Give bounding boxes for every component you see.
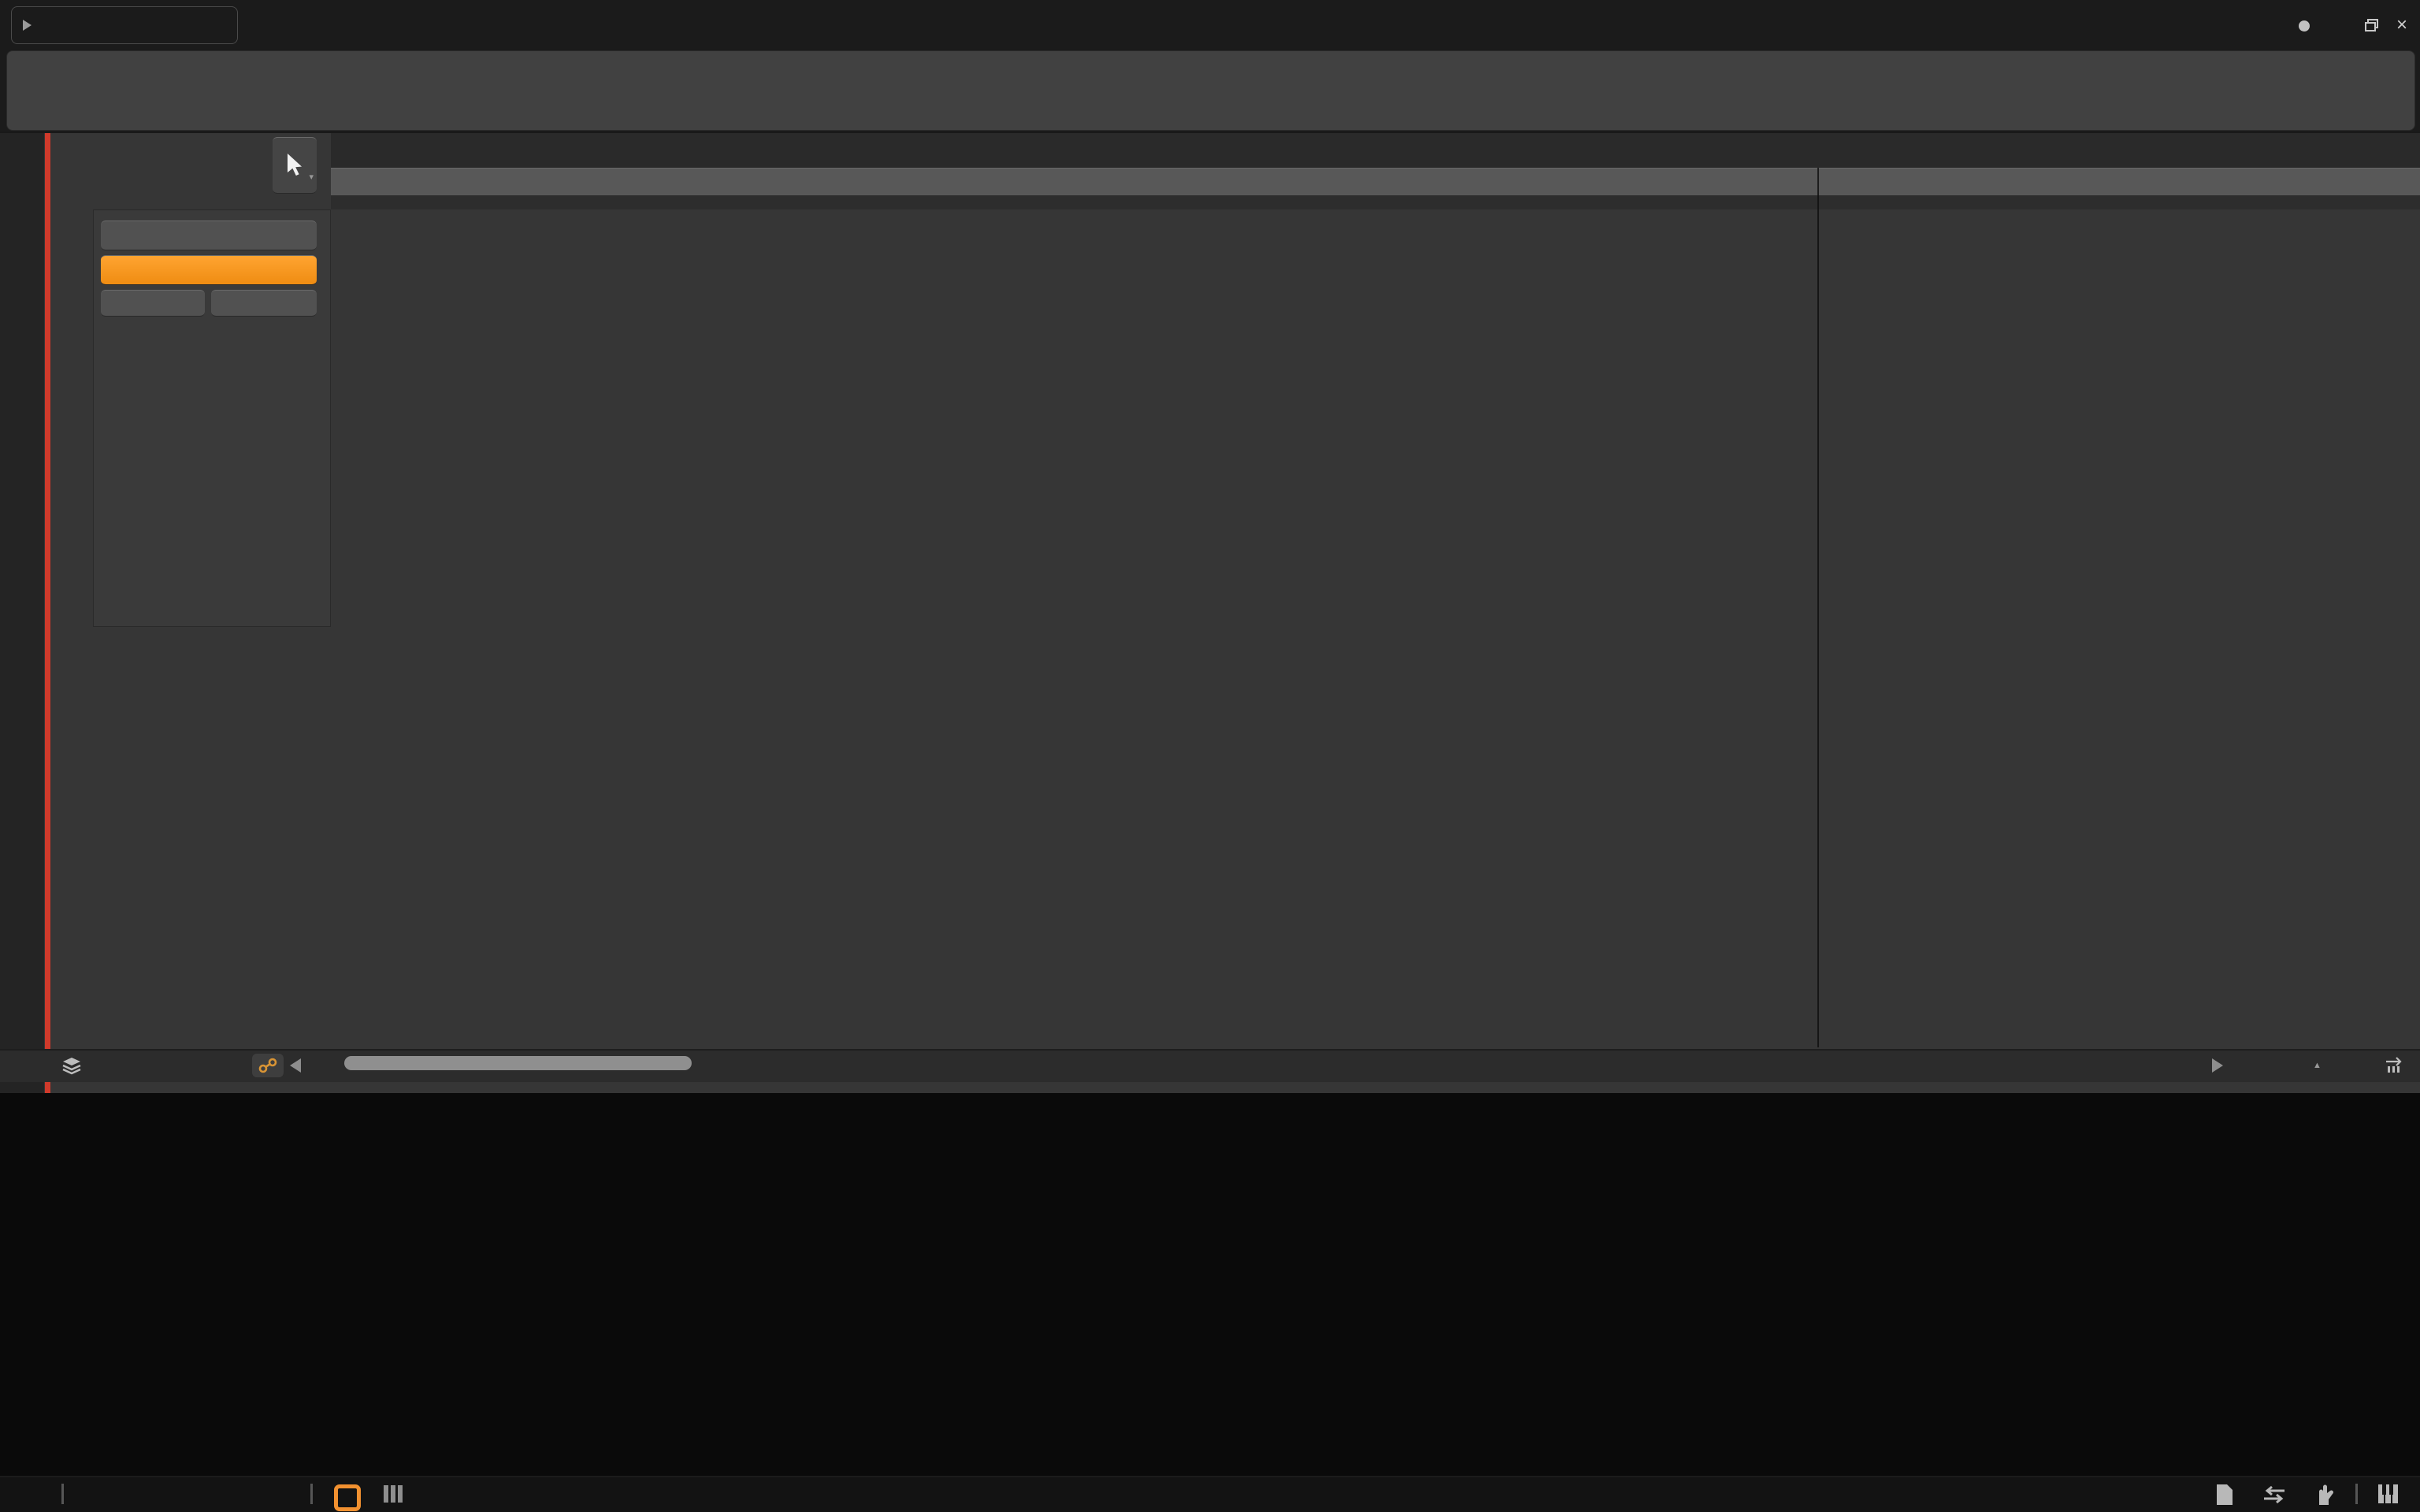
tab-play-icon[interactable]: [23, 20, 32, 31]
h-scrollbar-thumb[interactable]: [344, 1056, 692, 1070]
stretch-button[interactable]: [101, 290, 205, 317]
editor-bottom-row: ▲: [0, 1049, 2420, 1082]
device-panel: [0, 1093, 2420, 1476]
swap-icon[interactable]: [2262, 1485, 2286, 1504]
page-icon[interactable]: [2215, 1484, 2234, 1506]
bitwig-window: × ▾ ▲: [0, 0, 2420, 1512]
multi-panel-icon[interactable]: [383, 1484, 403, 1503]
audio-events-button[interactable]: [101, 220, 317, 250]
divider: [310, 1484, 313, 1504]
bitwig-logo: [1191, 14, 1235, 36]
transport-controls: [0, 50, 2420, 129]
divider: [2355, 1484, 2358, 1504]
comp-clip-row[interactable]: [331, 209, 2420, 624]
divider: [61, 1484, 64, 1504]
editor-panel: ▾ ▲: [0, 132, 2420, 1095]
layers-icon[interactable]: [61, 1057, 82, 1076]
notification-dot[interactable]: [2299, 20, 2310, 32]
close-window-icon[interactable]: ×: [2396, 14, 2407, 36]
take-lanes: [50, 628, 2420, 1046]
left-tab-strip: [0, 133, 44, 1093]
grid-zoom-value[interactable]: ▲: [2313, 1056, 2322, 1072]
hand-icon[interactable]: [2313, 1484, 2333, 1506]
cursor-icon: [288, 154, 302, 176]
beat-strip: [331, 195, 2420, 209]
onsets-button[interactable]: [211, 290, 317, 317]
grid-settings-icon[interactable]: [2384, 1055, 2404, 1074]
status-bar: [0, 1477, 2420, 1512]
track-color-bar: [45, 133, 50, 1093]
mini-tools-row: [101, 324, 318, 348]
tool-selector-button[interactable]: ▾: [273, 137, 317, 194]
chevron-up-icon: ▲: [2313, 1061, 2322, 1070]
restore-window-icon[interactable]: [2365, 19, 2379, 32]
scroll-right-icon[interactable]: [2212, 1058, 2223, 1073]
piano-icon[interactable]: [2377, 1484, 2400, 1504]
titlebar: ×: [0, 0, 2420, 50]
link-takes-icon: [258, 1058, 277, 1073]
timeline-ruler[interactable]: [331, 133, 2420, 168]
clip-span-bar[interactable]: [331, 168, 2420, 196]
comping-button[interactable]: [101, 255, 317, 285]
single-panel-icon[interactable]: [334, 1484, 361, 1511]
chevron-down-icon: ▾: [309, 172, 314, 182]
scroll-left-icon[interactable]: [290, 1058, 301, 1073]
link-button[interactable]: [252, 1054, 284, 1077]
playhead[interactable]: [1817, 168, 1819, 1047]
project-tab[interactable]: [11, 6, 238, 44]
